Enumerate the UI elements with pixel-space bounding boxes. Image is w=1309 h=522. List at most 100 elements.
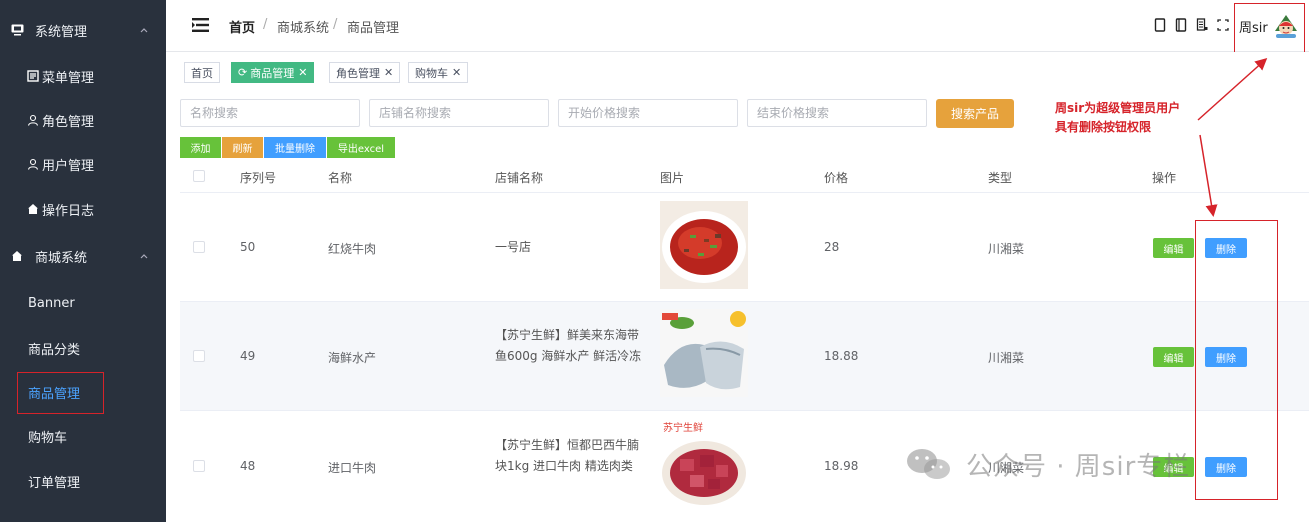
- row-shop: 一号店: [495, 240, 532, 254]
- select-all-checkbox[interactable]: [193, 170, 205, 182]
- table-header: 序列号 名称 店铺名称 图片 价格 类型 操作: [180, 160, 1309, 193]
- sidebar-item-logs[interactable]: 操作日志: [0, 189, 166, 229]
- table-row[interactable]: 50 红烧牛肉 一号店 28 川湘菜 编辑 删除: [180, 193, 1309, 302]
- sidebar-item-label: 购物车: [28, 430, 68, 446]
- monitor-icon: [10, 23, 24, 37]
- row-shop: 【苏宁生鲜】恒都巴西牛腩块1kg 进口牛肉 精选肉类: [495, 438, 640, 473]
- column-header: 名称: [328, 171, 353, 185]
- batch-delete-button[interactable]: 批量删除: [264, 137, 326, 158]
- sidebar-item-label: Banner: [28, 295, 75, 311]
- product-image: [660, 309, 748, 397]
- document-icon[interactable]: [1154, 18, 1166, 32]
- app-root: 系统管理 菜单管理 角色管理 用户管理 操作日志 商城系统 Banner 商品分…: [0, 0, 1309, 522]
- edit-button[interactable]: 编辑: [1153, 238, 1194, 258]
- row-checkbox[interactable]: [193, 350, 205, 362]
- column-header: 价格: [824, 171, 849, 185]
- breadcrumb-item[interactable]: 商城系统: [277, 17, 329, 36]
- export-excel-button[interactable]: 导出excel: [327, 137, 395, 158]
- beef-picture: [662, 441, 746, 505]
- sidebar-item-label: 商品分类: [28, 342, 81, 358]
- breadcrumb-separator: /: [263, 17, 268, 32]
- breadcrumb-separator: /: [333, 17, 338, 32]
- tags-view: 首页 ⟳ 商品管理 ✕ 角色管理 ✕ 购物车 ✕: [166, 52, 1309, 92]
- row-type: 川湘菜: [988, 242, 1025, 256]
- sidebar-group-label: 商城系统: [35, 250, 88, 266]
- row-id: 50: [240, 240, 256, 254]
- wechat-icon: [907, 449, 950, 479]
- row-price: 18.98: [824, 459, 859, 473]
- edit-button[interactable]: 编辑: [1153, 347, 1194, 367]
- printer-icon[interactable]: [1196, 18, 1208, 32]
- annotation-text: 周sir为超级管理员用户 具有删除按钮权限: [1055, 99, 1225, 137]
- table-row[interactable]: 49 海鲜水产 【苏宁生鲜】鲜美来东海带鱼600g 海鲜水产 鲜活冷冻 18.8…: [180, 302, 1309, 411]
- close-icon[interactable]: ✕: [384, 66, 393, 79]
- user-icon: [26, 158, 39, 171]
- product-image: 苏宁生鲜: [660, 419, 748, 509]
- tag-label: 购物车: [415, 66, 448, 80]
- product-image: [660, 201, 748, 289]
- tag-cart[interactable]: 购物车 ✕: [408, 62, 469, 83]
- column-header: 操作: [1152, 171, 1177, 185]
- column-header: 类型: [988, 171, 1013, 185]
- sidebar-group-system[interactable]: 系统管理: [0, 8, 166, 52]
- tag-label: 首页: [191, 66, 213, 80]
- search-button[interactable]: 搜索产品: [936, 99, 1014, 128]
- tag-label: 角色管理: [336, 66, 380, 80]
- sidebar-group-mall[interactable]: 商城系统: [0, 234, 166, 278]
- hamburger-icon[interactable]: [192, 18, 209, 32]
- row-id: 49: [240, 349, 256, 363]
- column-header: 序列号: [240, 171, 277, 185]
- breadcrumb-home[interactable]: 首页: [229, 17, 255, 36]
- sidebar: 系统管理 菜单管理 角色管理 用户管理 操作日志 商城系统 Banner 商品分…: [0, 0, 166, 522]
- close-icon[interactable]: ✕: [298, 66, 307, 79]
- sidebar-item-label: 角色管理: [42, 114, 95, 130]
- tag-products[interactable]: ⟳ 商品管理 ✕: [231, 62, 315, 83]
- row-checkbox[interactable]: [193, 460, 205, 472]
- name-search-input[interactable]: [180, 99, 360, 127]
- sidebar-item-cart[interactable]: 购物车: [0, 416, 166, 456]
- home-icon: [26, 203, 39, 216]
- fullscreen-icon[interactable]: [1217, 18, 1229, 32]
- sidebar-item-label: 用户管理: [42, 158, 95, 174]
- row-price: 18.88: [824, 349, 859, 363]
- min-price-input[interactable]: [558, 99, 738, 127]
- menu-list-icon: [26, 70, 39, 83]
- sidebar-item-users[interactable]: 用户管理: [0, 144, 166, 184]
- annotation-line: 具有删除按钮权限: [1055, 120, 1152, 134]
- row-price: 28: [824, 240, 840, 254]
- row-shop: 【苏宁生鲜】鲜美来东海带鱼600g 海鲜水产 鲜活冷冻: [495, 328, 642, 363]
- tag-roles[interactable]: 角色管理 ✕: [329, 62, 401, 83]
- highlight-box: [17, 372, 104, 414]
- sidebar-item-orders[interactable]: 订单管理: [0, 461, 166, 501]
- sidebar-item-category[interactable]: 商品分类: [0, 328, 166, 368]
- add-button[interactable]: 添加: [180, 137, 221, 158]
- close-icon[interactable]: ✕: [452, 66, 461, 79]
- row-name: 进口牛肉: [328, 461, 377, 475]
- chevron-up-icon: [140, 254, 148, 259]
- max-price-input[interactable]: [747, 99, 927, 127]
- sidebar-item-roles[interactable]: 角色管理: [0, 100, 166, 140]
- header: 首页 / 商城系统 / 商品管理 周sir: [166, 0, 1309, 52]
- user-icon: [26, 114, 39, 127]
- sidebar-group-label: 系统管理: [35, 24, 88, 40]
- column-header: 图片: [660, 171, 685, 185]
- annotation-line: 周sir为超级管理员用户: [1055, 101, 1181, 115]
- breadcrumb-current: 商品管理: [347, 21, 400, 36]
- sidebar-item-banner[interactable]: Banner: [0, 283, 166, 323]
- row-checkbox[interactable]: [193, 241, 205, 253]
- row-type: 川湘菜: [988, 351, 1025, 365]
- refresh-button[interactable]: 刷新: [222, 137, 263, 158]
- sidebar-item-label: 订单管理: [28, 475, 81, 491]
- row-name: 红烧牛肉: [328, 242, 377, 256]
- tag-home[interactable]: 首页: [184, 62, 220, 83]
- highlight-box: [1195, 220, 1278, 500]
- sidebar-item-menu[interactable]: 菜单管理: [0, 56, 166, 96]
- chevron-up-icon: [140, 28, 148, 33]
- sidebar-item-label: 操作日志: [42, 203, 95, 219]
- row-name: 海鲜水产: [328, 351, 377, 365]
- home-icon: [10, 249, 24, 263]
- book-icon[interactable]: [1175, 18, 1187, 32]
- column-header: 店铺名称: [495, 171, 544, 185]
- shop-search-input[interactable]: [369, 99, 549, 127]
- refresh-icon: ⟳: [238, 66, 248, 79]
